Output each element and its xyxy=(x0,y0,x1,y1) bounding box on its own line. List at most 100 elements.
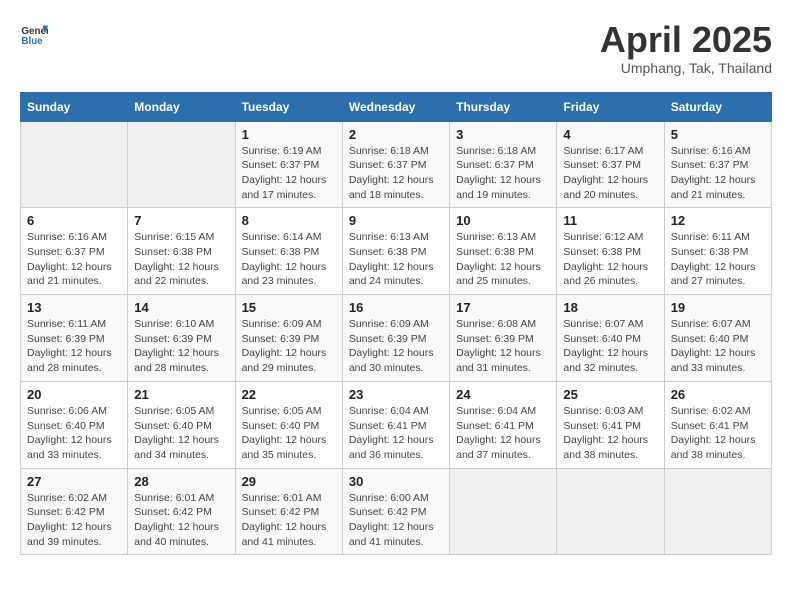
calendar-day-cell: 28 Sunrise: 6:01 AMSunset: 6:42 PMDayligh… xyxy=(128,468,235,555)
day-detail: Sunrise: 6:02 AMSunset: 6:42 PMDaylight:… xyxy=(27,491,121,550)
calendar-day-cell: 20 Sunrise: 6:06 AMSunset: 6:40 PMDayligh… xyxy=(21,381,128,468)
day-number: 29 xyxy=(242,474,336,489)
day-number: 7 xyxy=(134,213,228,228)
day-number: 18 xyxy=(563,300,657,315)
calendar-day-cell: 13 Sunrise: 6:11 AMSunset: 6:39 PMDayligh… xyxy=(21,295,128,382)
calendar-day-cell: 30 Sunrise: 6:00 AMSunset: 6:42 PMDayligh… xyxy=(342,468,449,555)
title-area: April 2025 Umphang, Tak, Thailand xyxy=(600,20,772,76)
calendar-day-cell xyxy=(557,468,664,555)
day-number: 14 xyxy=(134,300,228,315)
svg-text:Blue: Blue xyxy=(21,36,43,47)
day-number: 20 xyxy=(27,387,121,402)
calendar-header: SundayMondayTuesdayWednesdayThursdayFrid… xyxy=(21,92,772,121)
day-detail: Sunrise: 6:14 AMSunset: 6:38 PMDaylight:… xyxy=(242,230,336,289)
calendar-week-row: 6Sunrise: 6:16 AMSunset: 6:37 PMDaylight… xyxy=(21,208,772,295)
calendar-day-cell: 26 Sunrise: 6:02 AMSunset: 6:41 PMDayligh… xyxy=(664,381,771,468)
calendar-day-cell: 3 Sunrise: 6:18 AMSunset: 6:37 PMDaylight… xyxy=(450,121,557,208)
day-detail: Sunrise: 6:01 AMSunset: 6:42 PMDaylight:… xyxy=(134,491,228,550)
day-number: 3 xyxy=(456,127,550,142)
day-number: 2 xyxy=(349,127,443,142)
calendar-day-cell: 29 Sunrise: 6:01 AMSunset: 6:42 PMDayligh… xyxy=(235,468,342,555)
weekday-header: Wednesday xyxy=(342,92,449,121)
calendar-day-cell: 22 Sunrise: 6:05 AMSunset: 6:40 PMDayligh… xyxy=(235,381,342,468)
day-detail: Sunrise: 6:11 AMSunset: 6:39 PMDaylight:… xyxy=(27,317,121,376)
day-number: 30 xyxy=(349,474,443,489)
calendar-day-cell: 1 Sunrise: 6:19 AMSunset: 6:37 PMDaylight… xyxy=(235,121,342,208)
weekday-header: Tuesday xyxy=(235,92,342,121)
calendar-day-cell: 27 Sunrise: 6:02 AMSunset: 6:42 PMDayligh… xyxy=(21,468,128,555)
calendar-week-row: 27 Sunrise: 6:02 AMSunset: 6:42 PMDayligh… xyxy=(21,468,772,555)
logo: General Blue xyxy=(20,20,48,48)
day-detail: Sunrise: 6:07 AMSunset: 6:40 PMDaylight:… xyxy=(671,317,765,376)
day-detail: Sunrise: 6:06 AMSunset: 6:40 PMDaylight:… xyxy=(27,404,121,463)
day-detail: Sunrise: 6:13 AMSunset: 6:38 PMDaylight:… xyxy=(349,230,443,289)
calendar-week-row: 1 Sunrise: 6:19 AMSunset: 6:37 PMDaylight… xyxy=(21,121,772,208)
calendar-day-cell: 21Sunrise: 6:05 AMSunset: 6:40 PMDayligh… xyxy=(128,381,235,468)
page-subtitle: Umphang, Tak, Thailand xyxy=(600,60,772,76)
calendar-day-cell: 7 Sunrise: 6:15 AMSunset: 6:38 PMDaylight… xyxy=(128,208,235,295)
calendar-day-cell: 24Sunrise: 6:04 AMSunset: 6:41 PMDayligh… xyxy=(450,381,557,468)
day-number: 1 xyxy=(242,127,336,142)
calendar-day-cell xyxy=(21,121,128,208)
day-detail: Sunrise: 6:19 AMSunset: 6:37 PMDaylight:… xyxy=(242,144,336,203)
calendar-day-cell: 11 Sunrise: 6:12 AMSunset: 6:38 PMDayligh… xyxy=(557,208,664,295)
day-number: 8 xyxy=(242,213,336,228)
calendar-day-cell: 14Sunrise: 6:10 AMSunset: 6:39 PMDayligh… xyxy=(128,295,235,382)
day-number: 23 xyxy=(349,387,443,402)
weekday-header: Thursday xyxy=(450,92,557,121)
day-number: 15 xyxy=(242,300,336,315)
calendar-day-cell: 15 Sunrise: 6:09 AMSunset: 6:39 PMDayligh… xyxy=(235,295,342,382)
day-number: 13 xyxy=(27,300,121,315)
day-detail: Sunrise: 6:18 AMSunset: 6:37 PMDaylight:… xyxy=(456,144,550,203)
logo-icon: General Blue xyxy=(20,20,48,48)
day-detail: Sunrise: 6:05 AMSunset: 6:40 PMDaylight:… xyxy=(242,404,336,463)
day-number: 22 xyxy=(242,387,336,402)
calendar-day-cell: 23 Sunrise: 6:04 AMSunset: 6:41 PMDayligh… xyxy=(342,381,449,468)
day-number: 17 xyxy=(456,300,550,315)
day-number: 10 xyxy=(456,213,550,228)
day-detail: Sunrise: 6:09 AMSunset: 6:39 PMDaylight:… xyxy=(349,317,443,376)
day-number: 12 xyxy=(671,213,765,228)
day-number: 5 xyxy=(671,127,765,142)
calendar-table: SundayMondayTuesdayWednesdayThursdayFrid… xyxy=(20,92,772,556)
day-number: 9 xyxy=(349,213,443,228)
day-number: 26 xyxy=(671,387,765,402)
day-detail: Sunrise: 6:16 AMSunset: 6:37 PMDaylight:… xyxy=(671,144,765,203)
calendar-day-cell: 25Sunrise: 6:03 AMSunset: 6:41 PMDayligh… xyxy=(557,381,664,468)
day-detail: Sunrise: 6:12 AMSunset: 6:38 PMDaylight:… xyxy=(563,230,657,289)
calendar-day-cell: 9 Sunrise: 6:13 AMSunset: 6:38 PMDaylight… xyxy=(342,208,449,295)
day-detail: Sunrise: 6:04 AMSunset: 6:41 PMDaylight:… xyxy=(349,404,443,463)
weekday-header: Saturday xyxy=(664,92,771,121)
calendar-day-cell: 17Sunrise: 6:08 AMSunset: 6:39 PMDayligh… xyxy=(450,295,557,382)
calendar-day-cell: 18Sunrise: 6:07 AMSunset: 6:40 PMDayligh… xyxy=(557,295,664,382)
day-number: 25 xyxy=(563,387,657,402)
calendar-day-cell: 6Sunrise: 6:16 AMSunset: 6:37 PMDaylight… xyxy=(21,208,128,295)
weekday-header: Monday xyxy=(128,92,235,121)
day-number: 28 xyxy=(134,474,228,489)
day-number: 19 xyxy=(671,300,765,315)
day-number: 24 xyxy=(456,387,550,402)
calendar-day-cell xyxy=(450,468,557,555)
day-detail: Sunrise: 6:00 AMSunset: 6:42 PMDaylight:… xyxy=(349,491,443,550)
day-number: 21 xyxy=(134,387,228,402)
calendar-day-cell xyxy=(128,121,235,208)
day-detail: Sunrise: 6:18 AMSunset: 6:37 PMDaylight:… xyxy=(349,144,443,203)
day-detail: Sunrise: 6:01 AMSunset: 6:42 PMDaylight:… xyxy=(242,491,336,550)
page-header: General Blue April 2025 Umphang, Tak, Th… xyxy=(20,20,772,76)
calendar-day-cell: 2 Sunrise: 6:18 AMSunset: 6:37 PMDaylight… xyxy=(342,121,449,208)
weekday-row: SundayMondayTuesdayWednesdayThursdayFrid… xyxy=(21,92,772,121)
day-detail: Sunrise: 6:16 AMSunset: 6:37 PMDaylight:… xyxy=(27,230,121,289)
day-number: 27 xyxy=(27,474,121,489)
day-detail: Sunrise: 6:09 AMSunset: 6:39 PMDaylight:… xyxy=(242,317,336,376)
calendar-day-cell: 10Sunrise: 6:13 AMSunset: 6:38 PMDayligh… xyxy=(450,208,557,295)
calendar-day-cell: 16 Sunrise: 6:09 AMSunset: 6:39 PMDayligh… xyxy=(342,295,449,382)
calendar-day-cell: 8 Sunrise: 6:14 AMSunset: 6:38 PMDaylight… xyxy=(235,208,342,295)
day-detail: Sunrise: 6:02 AMSunset: 6:41 PMDaylight:… xyxy=(671,404,765,463)
day-number: 11 xyxy=(563,213,657,228)
day-number: 16 xyxy=(349,300,443,315)
day-detail: Sunrise: 6:15 AMSunset: 6:38 PMDaylight:… xyxy=(134,230,228,289)
day-detail: Sunrise: 6:11 AMSunset: 6:38 PMDaylight:… xyxy=(671,230,765,289)
weekday-header: Friday xyxy=(557,92,664,121)
calendar-day-cell: 12 Sunrise: 6:11 AMSunset: 6:38 PMDayligh… xyxy=(664,208,771,295)
calendar-day-cell xyxy=(664,468,771,555)
